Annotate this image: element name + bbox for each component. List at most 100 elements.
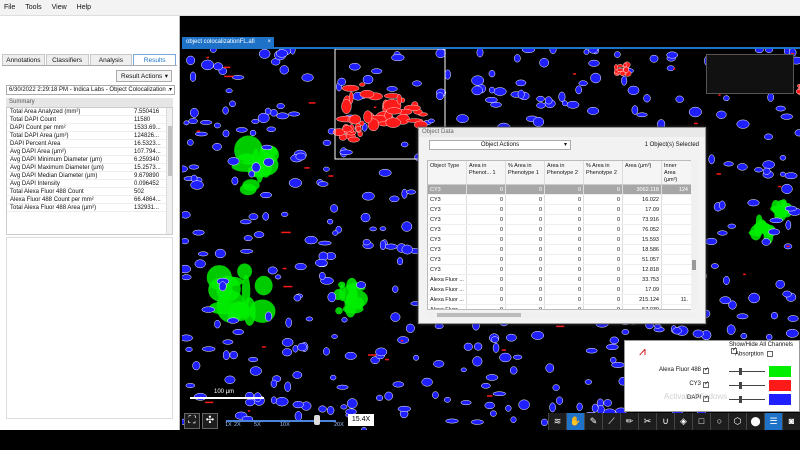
camera-icon[interactable]: ◙ (782, 413, 800, 430)
table-row[interactable]: Alexa Fluor ... 0 0 0 0 57.039 (428, 305, 696, 309)
dapi-nucleus (787, 315, 799, 322)
dataset-select[interactable]: 6/30/2022 2:29:18 PM - Indica Labs - Obj… (6, 85, 175, 95)
summary-key: DAPI Count per mm² (10, 125, 66, 131)
table-row[interactable]: CY3 0 0 0 0 3062.118 124 (428, 185, 696, 195)
zoom-tick[interactable]: 5X (254, 422, 261, 428)
zoom-tick[interactable]: 1X (225, 422, 232, 428)
polygon-icon[interactable]: ⬡ (728, 413, 746, 430)
channel-panel: ⩘ Show/Hide All Channels Absorption Alex… (624, 340, 800, 412)
zoom-tick[interactable]: 10X (280, 422, 290, 428)
summary-row: Total DAPI Count 11580 (7, 116, 172, 124)
channel-checkbox[interactable] (703, 366, 709, 374)
tab-results[interactable]: Results (133, 54, 176, 65)
column-header[interactable]: Area in Phenot... 1 (467, 161, 506, 184)
column-header[interactable]: % Area in Phenotype 2 (584, 161, 623, 184)
dapi-nucleus (392, 285, 399, 293)
table-cell (662, 265, 690, 274)
table-row[interactable]: CY3 0 0 0 0 16.022 (428, 195, 696, 205)
object-table-vscroll[interactable] (691, 160, 697, 310)
menu-bar: File Tools View Help (0, 0, 800, 16)
table-row[interactable]: CY3 0 0 0 0 18.586 (428, 245, 696, 255)
dapi-nucleus (390, 312, 401, 322)
dapi-nucleus (536, 95, 545, 102)
channel-color-swatch[interactable] (769, 366, 791, 377)
dapi-nucleus (521, 49, 535, 53)
brush-icon[interactable]: ⟋ (602, 413, 620, 430)
zoom-slider-knob[interactable] (314, 415, 320, 425)
layers-icon[interactable]: ≋ (548, 413, 566, 430)
rectangle-icon[interactable]: □ (692, 413, 710, 430)
table-row[interactable]: CY3 0 0 0 0 15.593 (428, 235, 696, 245)
table-cell: 0 (545, 305, 584, 309)
summary-value: 124826... (134, 133, 160, 139)
dapi-nucleus (513, 54, 521, 63)
zoom-tick[interactable]: 2X (234, 422, 241, 428)
table-row[interactable]: CY3 0 0 0 0 51.057 (428, 255, 696, 265)
fill-icon[interactable]: ◈ (674, 413, 692, 430)
dapi-nucleus (396, 257, 404, 266)
cy3-fragment (743, 273, 746, 276)
menu-view[interactable]: View (52, 4, 67, 11)
table-row[interactable]: CY3 0 0 0 0 17.09 (428, 205, 696, 215)
cy3-object (623, 62, 628, 68)
zoom-tick[interactable]: 20X (334, 422, 344, 428)
channel-color-swatch[interactable] (769, 394, 791, 405)
fit-icon[interactable]: ⛶ (184, 413, 200, 429)
column-header[interactable]: Area in Phenotype 2 (545, 161, 584, 184)
table-row[interactable]: Alexa Fluor ... 0 0 0 0 33.753 (428, 275, 696, 285)
tab-classifiers[interactable]: Classifiers (45, 54, 89, 65)
menu-tools[interactable]: Tools (25, 4, 41, 11)
table-row[interactable]: Alexa Fluor ... 0 0 0 0 215.124 11. (428, 295, 696, 305)
table-row[interactable]: CY3 0 0 0 0 12.818 (428, 265, 696, 275)
result-actions-button[interactable]: Result Actions ▾ (116, 70, 172, 82)
cy3-object (359, 120, 365, 127)
dapi-nucleus (195, 131, 208, 137)
minimap[interactable] (706, 54, 794, 94)
column-header[interactable]: Object Type (428, 161, 467, 184)
menu-icon[interactable]: ☰ (764, 413, 782, 430)
channel-slider[interactable] (729, 382, 765, 389)
table-row[interactable]: Alexa Fluor ... 0 0 0 0 17.09 (428, 285, 696, 295)
crosshair-icon[interactable]: ✣ (202, 413, 218, 429)
object-actions-button[interactable]: Object Actions ▾ (429, 140, 571, 150)
ellipse-icon[interactable]: ○ (710, 413, 728, 430)
column-header[interactable]: % Area in Phenotype 1 (506, 161, 545, 184)
document-tab[interactable]: object colocalizationFL.afi × (182, 37, 274, 47)
tab-analysis[interactable]: Analysis (89, 54, 133, 65)
object-table-hscroll[interactable] (427, 312, 697, 318)
column-header[interactable]: Inner Area (µm²) (662, 161, 690, 184)
pen-icon[interactable]: ✎ (584, 413, 602, 430)
pencil-icon[interactable]: ✏ (620, 413, 638, 430)
menu-file[interactable]: File (4, 4, 15, 11)
dapi-nucleus (266, 126, 276, 132)
table-cell: 0 (545, 295, 584, 304)
table-row[interactable]: CY3 0 0 0 0 73.916 (428, 215, 696, 225)
channel-checkbox[interactable] (703, 380, 709, 388)
close-icon[interactable]: × (267, 37, 271, 47)
table-row[interactable]: CY3 0 0 0 0 76.052 (428, 225, 696, 235)
alexa-cell (243, 297, 256, 326)
summary-scrollbar[interactable] (166, 108, 172, 234)
channel-color-swatch[interactable] (769, 380, 791, 391)
dapi-nucleus (214, 248, 226, 259)
tab-annotations[interactable]: Annotations (2, 54, 45, 65)
channel-slider[interactable] (729, 368, 765, 375)
magnet-icon[interactable]: ∪ (656, 413, 674, 430)
table-cell: 0 (545, 215, 584, 224)
scissors-icon[interactable]: ✂ (638, 413, 656, 430)
dapi-nucleus (188, 118, 198, 124)
pin-icon[interactable]: ⬤ (746, 413, 764, 430)
absorption-checkbox[interactable] (767, 351, 774, 357)
dapi-nucleus (779, 171, 786, 177)
table-cell: 0 (467, 225, 506, 234)
column-header[interactable]: Area (µm²) (623, 161, 662, 184)
hand-icon[interactable]: ✋ (566, 413, 584, 430)
absorption-toggle[interactable]: Absorption (735, 351, 774, 358)
summary-key: Total Alexa Fluor 488 Count (10, 189, 84, 195)
dapi-nucleus (517, 89, 525, 100)
menu-help[interactable]: Help (77, 4, 91, 11)
dapi-nucleus (444, 69, 451, 80)
alexa-cell (754, 224, 762, 237)
zoom-level[interactable]: 15.4X (348, 414, 374, 426)
channel-slider[interactable] (729, 396, 765, 403)
